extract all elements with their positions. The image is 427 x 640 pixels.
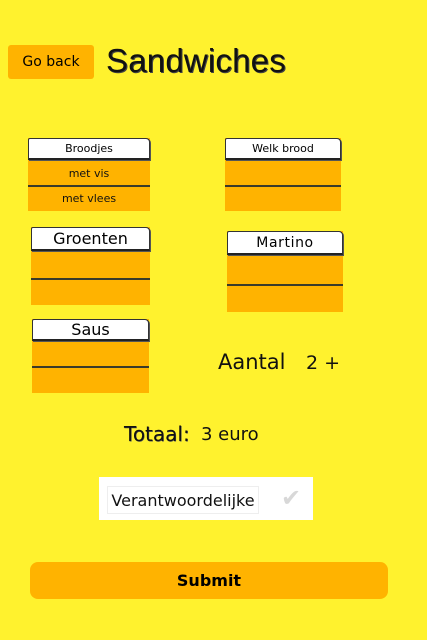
checkmark-icon[interactable]: ✔ (277, 483, 305, 513)
aantal-stepper[interactable]: 2 + (306, 352, 340, 374)
totaal-label: Totaal: (124, 422, 190, 446)
martino-dropdown-label: Martino (227, 231, 343, 255)
verantwoordelijke-label: Verantwoordelijke (107, 486, 259, 514)
martino-dropdown[interactable]: Martino (227, 231, 343, 312)
totaal-value: 3 euro (201, 424, 259, 445)
go-back-button[interactable]: Go back (8, 45, 94, 79)
option-divider (32, 366, 149, 368)
broodjes-option-met-vlees[interactable]: met vlees (28, 187, 150, 209)
saus-dropdown[interactable]: Saus (32, 319, 149, 393)
welk-brood-dropdown[interactable]: Welk brood (225, 138, 341, 211)
page-title: Sandwiches (106, 42, 286, 79)
saus-dropdown-label: Saus (32, 319, 149, 341)
broodjes-option-met-vis[interactable]: met vis (28, 162, 150, 184)
broodjes-dropdown-label: Broodjes (28, 138, 150, 160)
welk-brood-dropdown-label: Welk brood (225, 138, 341, 160)
option-divider (227, 284, 343, 286)
groenten-dropdown[interactable]: Groenten (31, 227, 150, 305)
broodjes-dropdown[interactable]: Broodjes met vis met vlees (28, 138, 150, 211)
submit-button[interactable]: Submit (30, 562, 388, 599)
aantal-label: Aantal (218, 350, 286, 374)
verantwoordelijke-field[interactable]: Verantwoordelijke ✔ (99, 477, 313, 520)
option-divider (31, 278, 150, 280)
option-divider (225, 185, 341, 187)
groenten-dropdown-label: Groenten (31, 227, 150, 251)
